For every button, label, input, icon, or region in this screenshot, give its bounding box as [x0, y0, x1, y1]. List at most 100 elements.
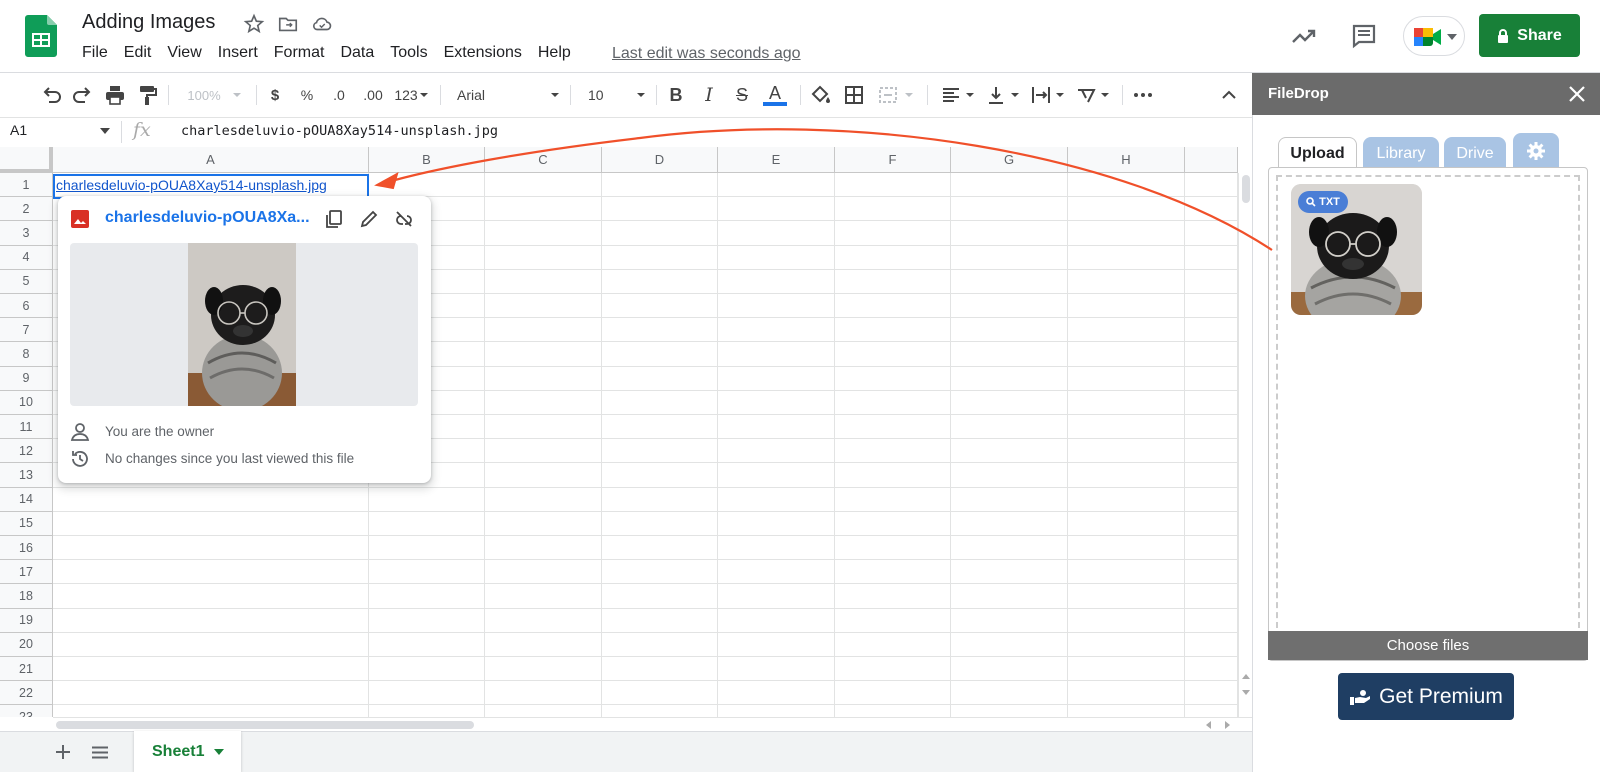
document-title[interactable]: Adding Images: [82, 11, 215, 34]
italic-icon[interactable]: I: [699, 84, 719, 106]
row-header-18[interactable]: 18: [0, 584, 53, 609]
row-header-2[interactable]: 2: [0, 197, 53, 222]
choose-files-button[interactable]: Choose files: [1268, 631, 1588, 660]
row-header-20[interactable]: 20: [0, 632, 53, 657]
vertical-scroll-thumb[interactable]: [1242, 175, 1250, 203]
column-header-c[interactable]: C: [485, 147, 602, 173]
row-header-21[interactable]: 21: [0, 657, 53, 682]
print-icon[interactable]: [104, 84, 126, 106]
row-header-1[interactable]: 1: [0, 173, 53, 198]
chevron-down-icon[interactable]: [214, 748, 225, 755]
more-options-icon[interactable]: [1132, 84, 1154, 106]
menu-view[interactable]: View: [167, 44, 201, 62]
fill-color-icon[interactable]: [809, 84, 831, 106]
name-box[interactable]: A1: [10, 122, 27, 138]
row-header-8[interactable]: 8: [0, 342, 53, 367]
column-header-d[interactable]: D: [602, 147, 718, 173]
meet-button[interactable]: [1403, 16, 1465, 56]
row-header-14[interactable]: 14: [0, 487, 53, 512]
menu-help[interactable]: Help: [538, 44, 571, 62]
sheet-tab-sheet1[interactable]: Sheet1: [134, 731, 241, 772]
copy-link-icon[interactable]: [323, 208, 345, 230]
sheets-logo-icon[interactable]: [25, 15, 57, 57]
collapse-toolbar-icon[interactable]: [1220, 84, 1238, 106]
scroll-down-icon[interactable]: [1242, 690, 1250, 696]
decrease-decimal-button[interactable]: .0: [328, 84, 350, 106]
horizontal-scroll-thumb[interactable]: [56, 721, 474, 729]
edit-link-icon[interactable]: [358, 208, 380, 230]
row-header-13[interactable]: 13: [0, 463, 53, 488]
row-header-17[interactable]: 17: [0, 560, 53, 585]
menu-tools[interactable]: Tools: [390, 44, 427, 62]
close-icon[interactable]: [1568, 85, 1586, 103]
column-header-b[interactable]: B: [369, 147, 485, 173]
select-all-corner[interactable]: [0, 147, 53, 173]
row-header-12[interactable]: 12: [0, 439, 53, 464]
vertical-scrollbar[interactable]: [1238, 173, 1252, 717]
number-format-button[interactable]: 123: [392, 84, 420, 106]
row-header-16[interactable]: 16: [0, 536, 53, 561]
horizontal-scrollbar[interactable]: [53, 717, 1252, 731]
strikethrough-icon[interactable]: S: [732, 84, 752, 106]
menu-insert[interactable]: Insert: [218, 44, 258, 62]
scroll-right-icon[interactable]: [1225, 721, 1231, 729]
text-color-icon[interactable]: A: [763, 84, 787, 106]
tab-upload[interactable]: Upload: [1278, 137, 1357, 170]
last-edit-link[interactable]: Last edit was seconds ago: [612, 45, 801, 63]
font-family-select[interactable]: Arial: [457, 84, 497, 106]
scroll-left-icon[interactable]: [1205, 721, 1211, 729]
column-header-g[interactable]: G: [951, 147, 1068, 173]
column-header-e[interactable]: E: [718, 147, 835, 173]
activity-trend-icon[interactable]: [1290, 22, 1318, 50]
add-sheet-icon[interactable]: [56, 745, 70, 759]
undo-icon[interactable]: [40, 84, 62, 106]
row-header-19[interactable]: 19: [0, 608, 53, 633]
cell-a1-link[interactable]: charlesdeluvio-pOUA8Xay514-unsplash.jpg: [56, 177, 327, 193]
row-header-5[interactable]: 5: [0, 269, 53, 294]
row-header-11[interactable]: 11: [0, 415, 53, 440]
row-header-4[interactable]: 4: [0, 245, 53, 270]
currency-format-button[interactable]: $: [266, 84, 284, 106]
borders-icon[interactable]: [843, 84, 865, 106]
chevron-down-icon[interactable]: [100, 128, 110, 134]
remove-link-icon[interactable]: [393, 208, 415, 230]
row-header-9[interactable]: 9: [0, 366, 53, 391]
get-premium-button[interactable]: Get Premium: [1338, 673, 1514, 720]
bold-icon[interactable]: B: [666, 84, 686, 106]
image-preview[interactable]: [70, 243, 418, 406]
cloud-saved-icon[interactable]: [311, 13, 333, 35]
paint-format-icon[interactable]: [136, 84, 158, 106]
merge-cells-icon[interactable]: [877, 84, 899, 106]
share-button[interactable]: Share: [1479, 14, 1580, 57]
increase-decimal-button[interactable]: .00: [360, 84, 386, 106]
menu-data[interactable]: Data: [340, 44, 374, 62]
horizontal-align-icon[interactable]: [940, 84, 962, 106]
move-to-folder-icon[interactable]: [277, 13, 299, 35]
text-rotation-icon[interactable]: [1075, 84, 1097, 106]
font-size-select[interactable]: 10: [588, 84, 608, 106]
row-header-6[interactable]: 6: [0, 294, 53, 319]
ocr-txt-badge[interactable]: TXT: [1298, 191, 1348, 213]
column-header-f[interactable]: F: [835, 147, 951, 173]
redo-icon[interactable]: [72, 84, 94, 106]
row-header-22[interactable]: 22: [0, 681, 53, 706]
menu-file[interactable]: File: [82, 44, 108, 62]
row-header-23[interactable]: 23: [0, 705, 53, 717]
column-header-h[interactable]: H: [1068, 147, 1185, 173]
tab-settings[interactable]: [1513, 133, 1559, 168]
row-header-7[interactable]: 7: [0, 318, 53, 343]
column-header-a[interactable]: A: [53, 147, 369, 173]
menu-extensions[interactable]: Extensions: [444, 44, 522, 62]
scroll-up-icon[interactable]: [1242, 673, 1250, 679]
tab-drive[interactable]: Drive: [1444, 137, 1506, 170]
row-header-3[interactable]: 3: [0, 221, 53, 246]
vertical-align-icon[interactable]: [985, 84, 1007, 106]
text-wrap-icon[interactable]: [1030, 84, 1052, 106]
row-header-15[interactable]: 15: [0, 511, 53, 536]
row-header-10[interactable]: 10: [0, 390, 53, 415]
all-sheets-icon[interactable]: [92, 746, 108, 759]
menu-format[interactable]: Format: [274, 44, 325, 62]
popup-file-title[interactable]: charlesdeluvio-pOUA8Xa...: [105, 209, 315, 227]
star-icon[interactable]: [243, 13, 265, 35]
tab-library[interactable]: Library: [1363, 137, 1439, 170]
